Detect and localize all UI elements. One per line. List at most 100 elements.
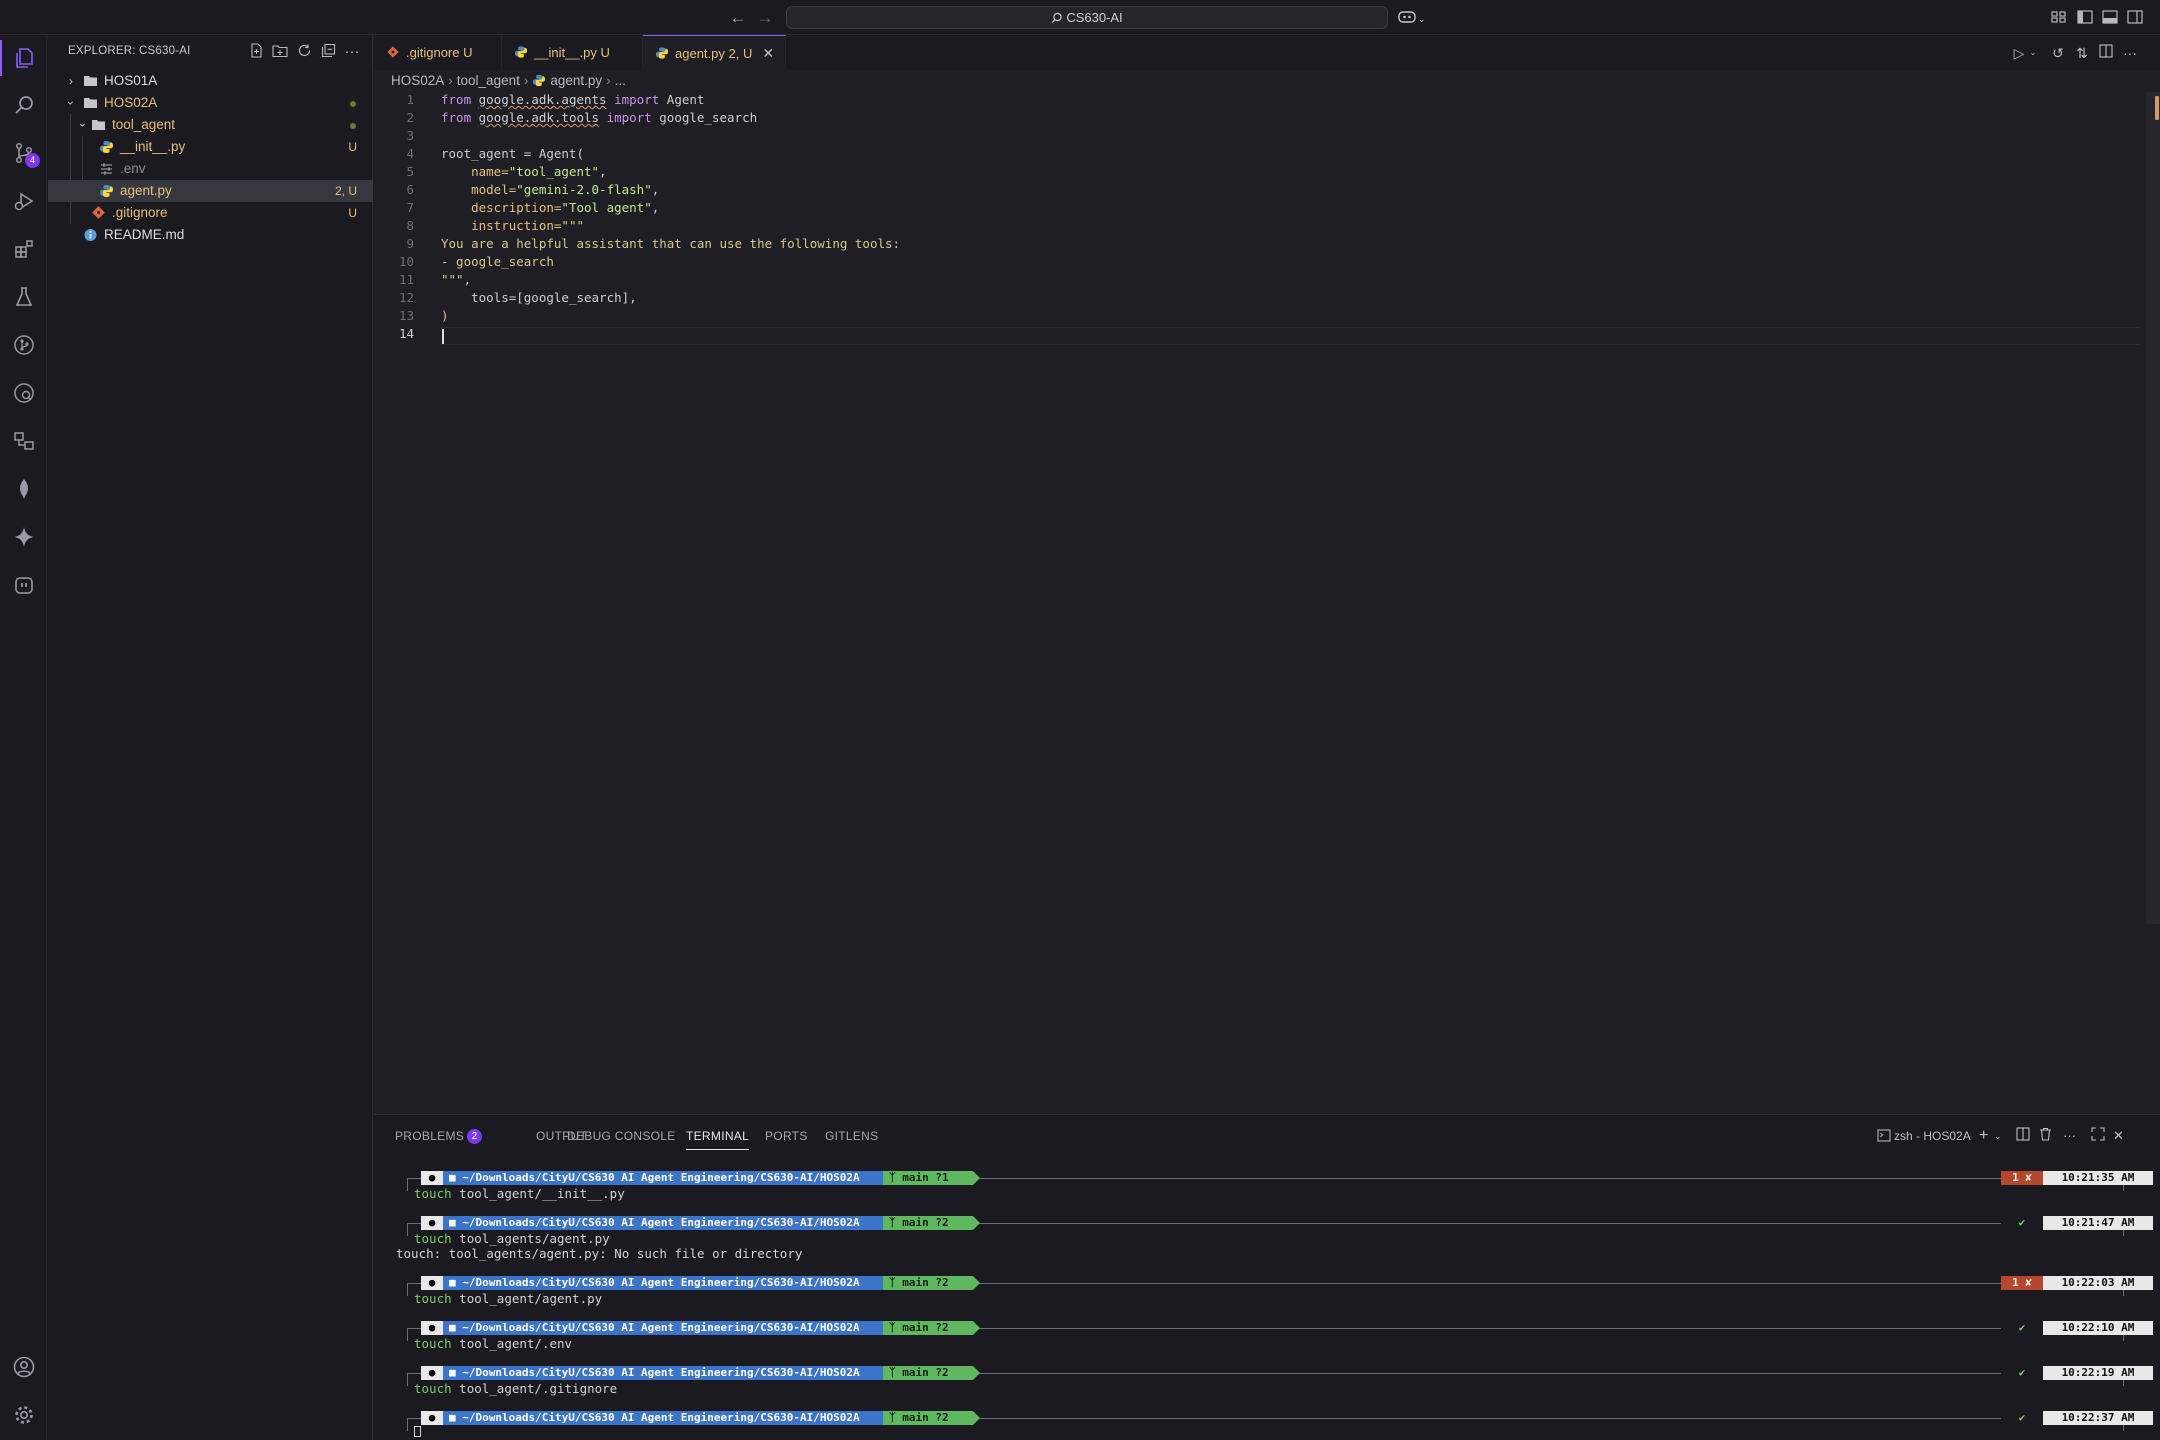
code-token: "Tool agent" [561, 200, 652, 215]
tree-item-env[interactable]: .env [48, 158, 373, 180]
line-number: 10 [398, 254, 414, 269]
account-icon[interactable] [10, 1353, 38, 1381]
tab-ports[interactable]: PORTS [765, 1129, 808, 1143]
new-terminal-plus-icon[interactable]: + [1979, 1127, 1988, 1145]
run-and-debug-icon[interactable] [10, 187, 38, 215]
settings-gear-icon[interactable] [10, 1401, 38, 1429]
tree-item-init-py[interactable]: __init__.py U [48, 136, 373, 158]
gitlens-icon[interactable] [10, 331, 38, 359]
more-actions-icon[interactable]: ··· [343, 43, 361, 61]
tree-item-gitignore[interactable]: .gitignore U [48, 202, 373, 224]
prompt-git: ᛉ main ?1 [883, 1171, 980, 1185]
close-panel-icon[interactable]: ✕ [2113, 1127, 2124, 1145]
back-arrow-icon[interactable]: ← [727, 7, 749, 29]
python-file-icon [655, 47, 669, 59]
breadcrumb-file[interactable]: agent.py [550, 73, 602, 88]
tree-item-hos01a[interactable]: › HOS01A [48, 70, 373, 92]
open-changes-icon[interactable]: ⇅ [2073, 44, 2091, 62]
more-actions-icon[interactable]: ··· [2121, 44, 2139, 62]
tree-item-hos02a[interactable]: › HOS02A [48, 92, 373, 114]
split-terminal-icon[interactable] [2016, 1127, 2030, 1145]
tab-agent-py[interactable]: agent.py 2, U ✕ [643, 35, 786, 70]
prompt-line: ● ■ ~/Downloads/CityU/CS630 AI Agent Eng… [398, 1276, 2153, 1296]
tree-item-agent-py[interactable]: agent.py 2, U [48, 180, 373, 202]
prompt-path-text: ~/Downloads/CityU/CS630 AI Agent Enginee… [462, 1321, 860, 1334]
tree-item-label: .env [120, 161, 146, 176]
tab-terminal[interactable]: TERMINAL [686, 1129, 750, 1150]
close-icon[interactable]: ✕ [762, 45, 774, 61]
trash-icon[interactable] [2039, 1127, 2052, 1145]
tab-gitignore[interactable]: .gitignore U [374, 35, 502, 70]
code-token: """ [561, 218, 584, 233]
git-branch-icon: ᛉ [889, 1171, 903, 1184]
remote-explorer-icon[interactable] [10, 427, 38, 455]
chat-bot-icon[interactable] [10, 571, 38, 599]
extensions-icon[interactable] [10, 235, 38, 263]
terminal-output: touch: tool_agents/agent.py: No such fil… [396, 1246, 803, 1261]
customize-layout-icon[interactable] [2050, 9, 2068, 25]
command-word: touch [414, 1231, 452, 1246]
text-cursor [442, 329, 444, 344]
explorer-icon[interactable] [0, 40, 38, 76]
source-control-icon[interactable]: 4 [10, 139, 40, 168]
code-editor[interactable]: 1 2 3 4 5 6 7 8 9 10 11 12 13 14 from go… [374, 92, 2160, 1114]
search-icon[interactable] [10, 91, 38, 119]
toggle-secondary-sidebar-icon[interactable] [2126, 9, 2144, 25]
gemini-sparkle-icon[interactable] [10, 523, 38, 551]
command-center-search[interactable]: CS630-AI [786, 6, 1388, 29]
folder-icon: ■ [449, 1216, 463, 1229]
folder-icon: ■ [449, 1171, 463, 1184]
mongodb-leaf-icon[interactable] [10, 475, 38, 503]
chevron-down-icon[interactable]: ⌄ [1994, 1127, 2002, 1145]
testing-flask-icon[interactable] [10, 283, 38, 311]
chevron-down-icon[interactable]: ⌄ [2024, 44, 2042, 62]
code-line: ) [441, 308, 449, 323]
prompt-exit-status: ✔ [2001, 1366, 2043, 1380]
line-number: 1 [406, 92, 414, 107]
breadcrumb-symbols[interactable]: ... [615, 73, 626, 88]
tree-item-label: README.md [104, 227, 185, 242]
apple-icon: ● [421, 1366, 443, 1380]
prompt-bracket [407, 1328, 412, 1341]
new-file-icon[interactable] [247, 43, 265, 61]
forward-arrow-icon[interactable]: → [754, 7, 776, 29]
tab-problems[interactable]: PROBLEMS 2 [395, 1129, 483, 1144]
prompt-path: ■ ~/Downloads/CityU/CS630 AI Agent Engin… [443, 1216, 883, 1230]
editor-tab-bar: .gitignore U __init__.py U agent.py 2, U… [374, 35, 2160, 70]
tab-gitlens[interactable]: GITLENS [825, 1129, 878, 1143]
breadcrumb-folder[interactable]: HOS02A [391, 73, 444, 88]
apple-icon: ● [421, 1321, 443, 1335]
more-actions-icon[interactable]: ··· [2063, 1127, 2076, 1145]
tree-item-label: __init__.py [120, 139, 186, 154]
toggle-panel-icon[interactable] [2101, 9, 2119, 25]
terminal-command: touch tool_agent/.env [414, 1336, 572, 1351]
tab-debug-console[interactable]: DEBUG CONSOLE [567, 1129, 676, 1143]
line-number: 3 [406, 128, 414, 143]
source-control-badge: 4 [25, 153, 40, 168]
tab-label: agent.py [675, 46, 725, 61]
search-icon [1052, 12, 1063, 24]
toggle-primary-sidebar-icon[interactable] [2076, 9, 2094, 25]
copilot-menu-button[interactable]: ⌄ [1398, 7, 1432, 29]
refresh-icon[interactable] [295, 43, 313, 61]
prompt-line: ● ■ ~/Downloads/CityU/CS630 AI Agent Eng… [398, 1171, 2153, 1191]
maximize-panel-icon[interactable] [2091, 1127, 2105, 1145]
collapse-all-icon[interactable] [319, 43, 337, 61]
tab-init-py[interactable]: __init__.py U [502, 35, 643, 70]
terminal-selector[interactable]: zsh - HOS02A [1877, 1127, 1971, 1145]
timeline-history-icon[interactable]: ↺ [2049, 44, 2067, 62]
prompt-exit-status: ✔ [2001, 1411, 2043, 1425]
python-file-icon [533, 74, 546, 87]
split-editor-icon[interactable] [2097, 44, 2115, 62]
code-line: - google_search [441, 254, 554, 269]
terminal-name: zsh - HOS02A [1894, 1129, 1971, 1143]
new-folder-icon[interactable] [271, 43, 289, 61]
tree-item-label: agent.py [120, 183, 172, 198]
gitlens-inspect-icon[interactable] [10, 379, 38, 407]
breadcrumb-folder[interactable]: tool_agent [457, 73, 520, 88]
tree-item-readme[interactable]: README.md [48, 224, 373, 246]
editor-scrollbar[interactable] [2146, 92, 2160, 924]
prompt-bracket [407, 1223, 412, 1236]
tree-item-tool-agent[interactable]: › tool_agent [48, 114, 373, 136]
line-number: 9 [406, 236, 414, 251]
